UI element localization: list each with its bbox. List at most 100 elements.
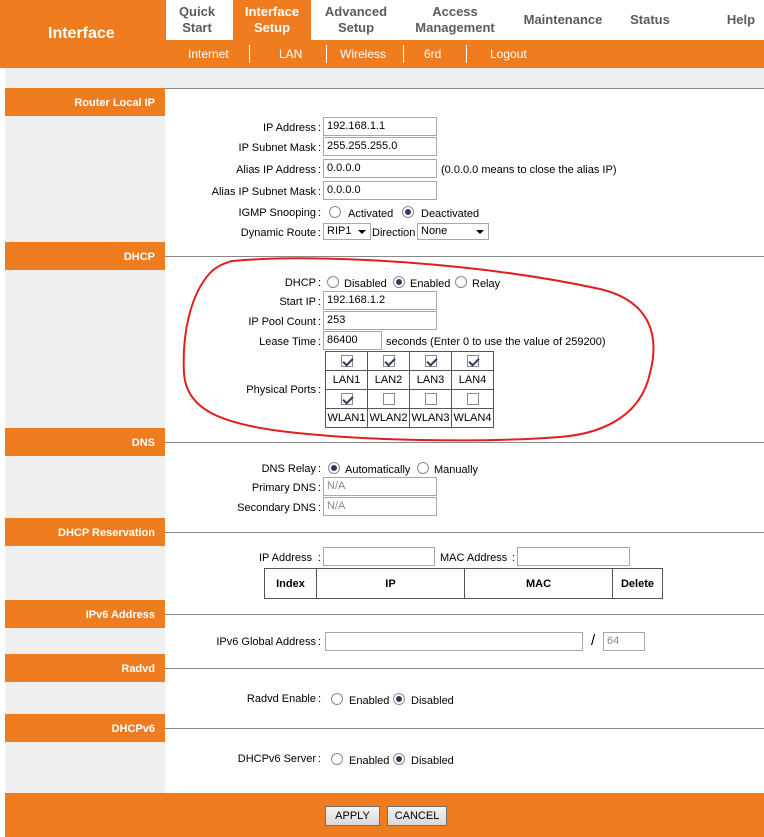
ipv6-prefix-input[interactable]: 64	[603, 632, 645, 651]
lan1-checkbox[interactable]	[340, 355, 353, 368]
lease-time-input[interactable]: 86400	[323, 331, 382, 350]
reservation-mac-input[interactable]	[517, 547, 630, 566]
section-divider	[165, 442, 764, 443]
subnet-mask-input[interactable]: 255.255.255.0	[323, 137, 437, 156]
colon: :	[318, 384, 322, 396]
nav-help[interactable]: Help	[721, 12, 761, 28]
subnav-divider	[249, 45, 250, 63]
dhcpv6-disabled-radio[interactable]	[393, 753, 405, 765]
port-cell	[409, 351, 452, 371]
nav-interface-setup-line1: Interface	[244, 4, 300, 19]
nav-quick-start-line1: Quick	[178, 4, 216, 19]
nav-status[interactable]: Status	[624, 12, 676, 28]
wlan4-checkbox[interactable]	[466, 393, 479, 406]
reservation-ip-input[interactable]	[323, 547, 435, 566]
colon: :	[318, 296, 322, 308]
dns-automatically-label: Automatically	[345, 464, 411, 476]
section-dhcpv6: DHCPv6	[5, 714, 165, 742]
colon: :	[318, 164, 322, 176]
igmp-activated-label: Activated	[348, 208, 394, 220]
dhcp-relay-radio[interactable]	[455, 276, 467, 288]
dynamic-route-select[interactable]: RIP1	[323, 223, 371, 240]
radvd-enable-label: Radvd Enable	[246, 693, 316, 705]
nav-access-management[interactable]: Access Management	[410, 4, 500, 36]
section-divider	[165, 256, 764, 257]
colon: :	[318, 463, 322, 475]
ip-address-input[interactable]: 192.168.1.1	[323, 117, 437, 136]
wlan2-checkbox[interactable]	[382, 393, 395, 406]
nav-quick-start[interactable]: Quick Start	[174, 4, 220, 36]
reservation-table: Index IP MAC Delete	[264, 568, 663, 599]
nav-maintenance[interactable]: Maintenance	[518, 12, 608, 28]
secondary-dns-input[interactable]: N/A	[323, 497, 437, 516]
wlan1-checkbox[interactable]	[340, 393, 353, 406]
lease-time-note: seconds (Enter 0 to use the value of 259…	[386, 336, 606, 348]
footer-bar	[5, 793, 764, 837]
radvd-disabled-radio[interactable]	[393, 693, 405, 705]
subnav-divider	[466, 45, 467, 63]
port-label: LAN2	[367, 370, 410, 390]
primary-dns-label: Primary DNS	[251, 482, 316, 494]
lan3-checkbox[interactable]	[424, 355, 437, 368]
port-label: WLAN2	[367, 408, 410, 428]
subnet-mask-label: IP Subnet Mask	[238, 142, 316, 154]
section-divider	[165, 614, 764, 615]
top-nav: Quick Start Interface Setup Advanced Set…	[166, 0, 764, 40]
subnav-6rd[interactable]: 6rd	[424, 47, 441, 61]
lan2-checkbox[interactable]	[382, 355, 395, 368]
dns-manually-radio[interactable]	[417, 462, 429, 474]
port-cell	[451, 351, 494, 371]
igmp-deactivated-label: Deactivated	[421, 208, 480, 220]
dhcp-disabled-radio[interactable]	[327, 276, 339, 288]
igmp-activated-radio[interactable]	[329, 206, 341, 218]
subnav-divider	[326, 45, 327, 63]
dynamic-route-label: Dynamic Route	[240, 227, 316, 239]
pool-count-input[interactable]: 253	[323, 311, 437, 330]
port-cell	[325, 351, 368, 371]
apply-button[interactable]: APPLY	[325, 806, 380, 826]
colon: :	[318, 753, 322, 765]
subnav-lan[interactable]: LAN	[279, 47, 302, 61]
subnav-logout[interactable]: Logout	[490, 47, 527, 61]
colon: :	[318, 186, 322, 198]
port-cell	[451, 389, 494, 409]
direction-select[interactable]: None	[417, 223, 489, 240]
section-router-local-ip: Router Local IP	[5, 88, 165, 116]
radvd-enabled-radio[interactable]	[331, 693, 343, 705]
section-dhcp-reservation: DHCP Reservation	[5, 518, 165, 546]
nav-advanced-setup-line2: Setup	[337, 20, 375, 35]
colon: :	[512, 552, 516, 564]
physical-ports-label: Physical Ports	[246, 384, 316, 396]
subnav-internet[interactable]: Internet	[188, 47, 229, 61]
dns-automatically-radio[interactable]	[328, 462, 340, 474]
wlan3-checkbox[interactable]	[424, 393, 437, 406]
colon: :	[318, 636, 322, 648]
radvd-enabled-label: Enabled	[349, 695, 390, 707]
alias-ip-note: (0.0.0.0 means to close the alias IP)	[441, 164, 617, 176]
start-ip-input[interactable]: 192.168.1.2	[323, 291, 437, 310]
primary-dns-input[interactable]: N/A	[323, 477, 437, 496]
dynamic-route-value: RIP1	[327, 225, 352, 237]
subnav-divider	[403, 45, 404, 63]
section-radvd: Radvd	[5, 654, 165, 682]
alias-ip-input[interactable]: 0.0.0.0	[323, 159, 437, 178]
nav-interface-setup-line2: Setup	[253, 20, 291, 35]
dhcpv6-enabled-radio[interactable]	[331, 753, 343, 765]
igmp-deactivated-radio[interactable]	[402, 206, 414, 218]
ipv6-global-input[interactable]	[325, 632, 583, 651]
nav-advanced-setup[interactable]: Advanced Setup	[318, 4, 394, 36]
igmp-snooping-label: IGMP Snooping	[238, 207, 316, 219]
lan4-checkbox[interactable]	[466, 355, 479, 368]
prefix-slash: /	[591, 632, 596, 649]
alias-ip-label: Alias IP Address	[236, 164, 316, 176]
nav-quick-start-line2: Start	[182, 20, 212, 35]
port-label: LAN3	[409, 370, 452, 390]
subnav-wireless[interactable]: Wireless	[340, 47, 386, 61]
nav-interface-setup[interactable]: Interface Setup	[233, 0, 311, 40]
dhcp-enabled-radio[interactable]	[393, 276, 405, 288]
alias-subnet-input[interactable]: 0.0.0.0	[323, 181, 437, 200]
sub-nav: Internet LAN Wireless 6rd Logout	[166, 40, 764, 68]
reservation-mac-label: MAC Address	[440, 552, 508, 564]
cancel-button[interactable]: CANCEL	[387, 806, 447, 826]
port-label: LAN4	[451, 370, 494, 390]
